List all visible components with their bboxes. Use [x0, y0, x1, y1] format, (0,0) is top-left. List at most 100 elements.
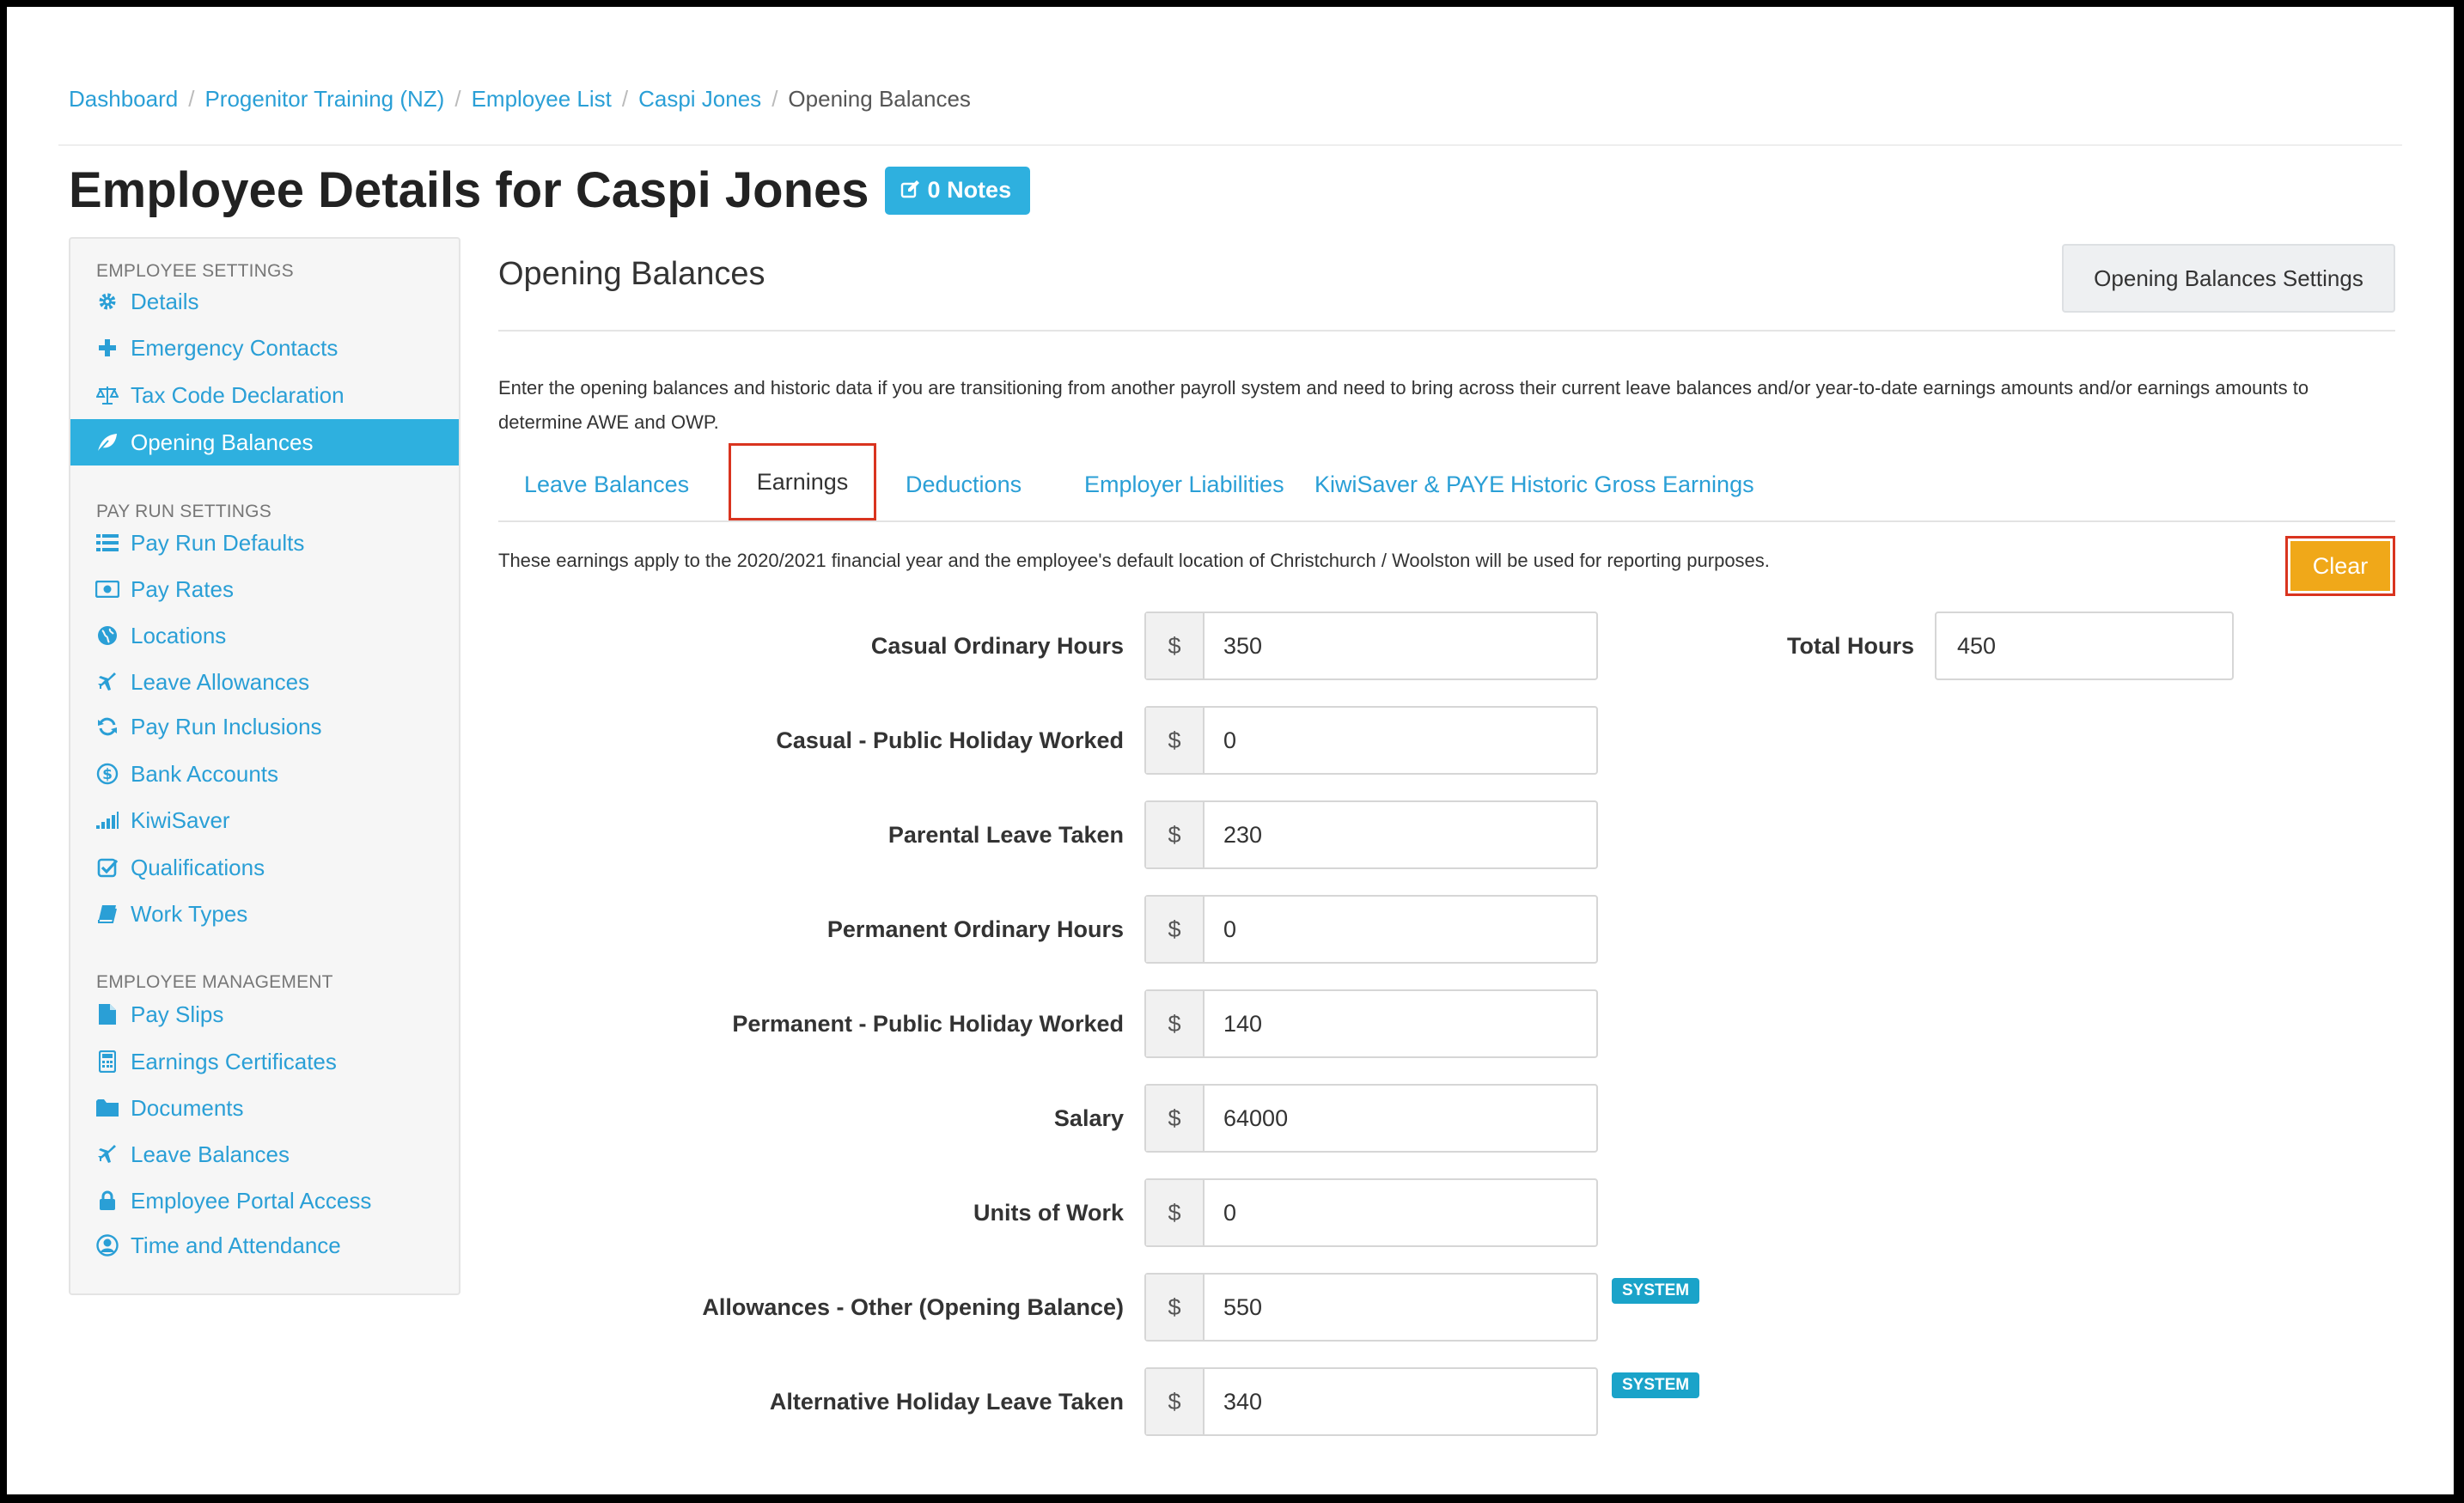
field-label: Units of Work	[973, 1200, 1124, 1226]
currency-addon: $	[1146, 1086, 1205, 1151]
field-value[interactable]: 64000	[1205, 1086, 1288, 1151]
form-row-permanent-ordinary-hours: Permanent Ordinary Hours $ 0	[498, 895, 1735, 964]
sidebar-item-earnings-certificates[interactable]: Earnings Certificates	[70, 1038, 459, 1085]
calculator-icon	[95, 1050, 120, 1073]
tab-kiwisaver-paye[interactable]: KiwiSaver & PAYE	[1314, 447, 1504, 522]
total-hours-label: Total Hours	[1787, 633, 1914, 659]
parental-leave-taken-input[interactable]: $ 230	[1144, 800, 1598, 869]
sidebar-item-work-types[interactable]: Work Types	[70, 891, 459, 937]
tab-earnings[interactable]: Earnings	[729, 443, 876, 520]
signal-icon	[95, 812, 120, 829]
form-row-allowances-other: Allowances - Other (Opening Balance) $ 5…	[498, 1273, 1735, 1342]
currency-addon: $	[1146, 897, 1205, 962]
earnings-note: These earnings apply to the 2020/2021 fi…	[498, 550, 1770, 571]
sidebar-heading-employee-management: EMPLOYEE MANAGEMENT	[96, 972, 333, 992]
sidebar-item-time-and-attendance[interactable]: Time and Attendance	[70, 1222, 459, 1269]
sidebar-item-label: Tax Code Declaration	[131, 381, 345, 408]
money-icon	[95, 581, 120, 598]
field-value[interactable]: 0	[1205, 1180, 1236, 1245]
form-row-units-of-work: Units of Work $ 0	[498, 1178, 1735, 1247]
field-value[interactable]: 0	[1205, 708, 1236, 773]
field-value[interactable]: 340	[1205, 1369, 1262, 1434]
edit-icon	[900, 180, 919, 198]
sidebar-item-details[interactable]: Details	[70, 278, 459, 325]
permanent-ordinary-hours-input[interactable]: $ 0	[1144, 895, 1598, 964]
sidebar-item-opening-balances[interactable]: Opening Balances	[70, 419, 459, 466]
sidebar-item-bank-accounts[interactable]: $ Bank Accounts	[70, 751, 459, 797]
intro-text: Enter the opening balances and historic …	[498, 377, 2309, 433]
breadcrumb-separator: /	[188, 86, 195, 112]
field-value[interactable]: 350	[1205, 613, 1262, 678]
breadcrumb-employee[interactable]: Caspi Jones	[638, 86, 761, 113]
globe-icon	[95, 625, 120, 646]
page-title: Employee Details for Caspi Jones	[69, 162, 869, 218]
field-value[interactable]: 550	[1205, 1275, 1262, 1340]
tab-bar: Leave Balances Earnings Deductions Emplo…	[498, 443, 2395, 522]
sidebar-item-leave-balances[interactable]: Leave Balances	[70, 1131, 459, 1177]
breadcrumb-company[interactable]: Progenitor Training (NZ)	[204, 86, 444, 113]
sidebar-item-label: Pay Run Inclusions	[131, 713, 322, 739]
field-label: Permanent Ordinary Hours	[826, 916, 1124, 942]
divider	[498, 330, 2395, 332]
sidebar-item-tax-code-declaration[interactable]: Tax Code Declaration	[70, 372, 459, 418]
user-circle-icon	[95, 1234, 120, 1257]
sidebar-item-label: Pay Slips	[131, 1001, 224, 1027]
form-row-permanent-public-holiday-worked: Permanent - Public Holiday Worked $ 140	[498, 989, 1735, 1058]
breadcrumb-dashboard[interactable]: Dashboard	[69, 86, 178, 113]
field-label: Alternative Holiday Leave Taken	[769, 1389, 1124, 1415]
sidebar-item-documents[interactable]: Documents	[70, 1085, 459, 1131]
currency-addon: $	[1146, 1180, 1205, 1245]
sidebar-item-label: Pay Run Defaults	[131, 529, 305, 556]
field-value[interactable]: 140	[1205, 991, 1262, 1056]
notes-button[interactable]: 0 Notes	[884, 166, 1031, 215]
alternative-holiday-leave-taken-input[interactable]: $ 340	[1144, 1367, 1598, 1436]
sidebar-item-employee-portal-access[interactable]: Employee Portal Access	[70, 1177, 459, 1224]
breadcrumb: Dashboard / Progenitor Training (NZ) / E…	[69, 86, 971, 113]
sidebar-item-pay-run-inclusions[interactable]: Pay Run Inclusions	[70, 703, 459, 750]
leaf-icon	[95, 432, 120, 453]
tab-employer-liabilities[interactable]: Employer Liabilities	[1084, 447, 1284, 522]
currency-addon: $	[1146, 1275, 1205, 1340]
sidebar-item-pay-run-defaults[interactable]: Pay Run Defaults	[70, 520, 459, 566]
breadcrumb-employee-list[interactable]: Employee List	[472, 86, 612, 113]
lock-icon	[95, 1190, 120, 1211]
clear-button[interactable]: Clear	[2285, 536, 2395, 596]
form-row-alternative-holiday-leave-taken: Alternative Holiday Leave Taken $ 340 SY…	[498, 1367, 1735, 1436]
sidebar-item-leave-allowances[interactable]: Leave Allowances	[70, 659, 459, 705]
breadcrumb-separator: /	[772, 86, 778, 112]
sidebar-item-pay-slips[interactable]: Pay Slips	[70, 991, 459, 1037]
allowances-other-input[interactable]: $ 550	[1144, 1273, 1598, 1342]
system-badge: SYSTEM	[1612, 1372, 1700, 1398]
breadcrumb-current: Opening Balances	[788, 86, 971, 112]
field-value[interactable]: 230	[1205, 802, 1262, 867]
tab-historic-gross-earnings[interactable]: Historic Gross Earnings	[1510, 447, 1754, 522]
casual-public-holiday-worked-input[interactable]: $ 0	[1144, 706, 1598, 775]
sidebar-item-locations[interactable]: Locations	[70, 612, 459, 659]
units-of-work-input[interactable]: $ 0	[1144, 1178, 1598, 1247]
salary-input[interactable]: $ 64000	[1144, 1084, 1598, 1153]
casual-ordinary-hours-input[interactable]: $ 350	[1144, 612, 1598, 680]
field-value[interactable]: 0	[1205, 897, 1236, 962]
divider	[58, 144, 2402, 146]
tab-leave-balances[interactable]: Leave Balances	[524, 447, 689, 522]
sidebar-item-emergency-contacts[interactable]: Emergency Contacts	[70, 325, 459, 371]
sidebar-item-pay-rates[interactable]: Pay Rates	[70, 566, 459, 612]
sidebar-item-label: Earnings Certificates	[131, 1048, 337, 1074]
permanent-public-holiday-worked-input[interactable]: $ 140	[1144, 989, 1598, 1058]
form-row-parental-leave-taken: Parental Leave Taken $ 230	[498, 800, 1735, 869]
form-row-casual-ordinary-hours: Casual Ordinary Hours $ 350	[498, 612, 1735, 680]
total-hours-input[interactable]: 450	[1935, 612, 2234, 680]
opening-balances-settings-button[interactable]: Opening Balances Settings	[2062, 244, 2395, 313]
page-title-row: Employee Details for Caspi Jones 0 Notes	[69, 161, 1031, 219]
sidebar-item-label: Leave Allowances	[131, 668, 310, 695]
currency-addon: $	[1146, 991, 1205, 1056]
tab-deductions[interactable]: Deductions	[906, 447, 1022, 522]
sidebar-item-label: Time and Attendance	[131, 1232, 341, 1258]
sidebar-item-label: KiwiSaver	[131, 806, 230, 833]
panel-title: Opening Balances	[498, 256, 765, 292]
sidebar-item-kiwisaver[interactable]: KiwiSaver	[70, 797, 459, 843]
dollar-circle-icon: $	[95, 763, 120, 785]
sidebar-item-label: Emergency Contacts	[131, 334, 338, 361]
sidebar-item-qualifications[interactable]: Qualifications	[70, 844, 459, 891]
field-label: Parental Leave Taken	[887, 822, 1124, 848]
